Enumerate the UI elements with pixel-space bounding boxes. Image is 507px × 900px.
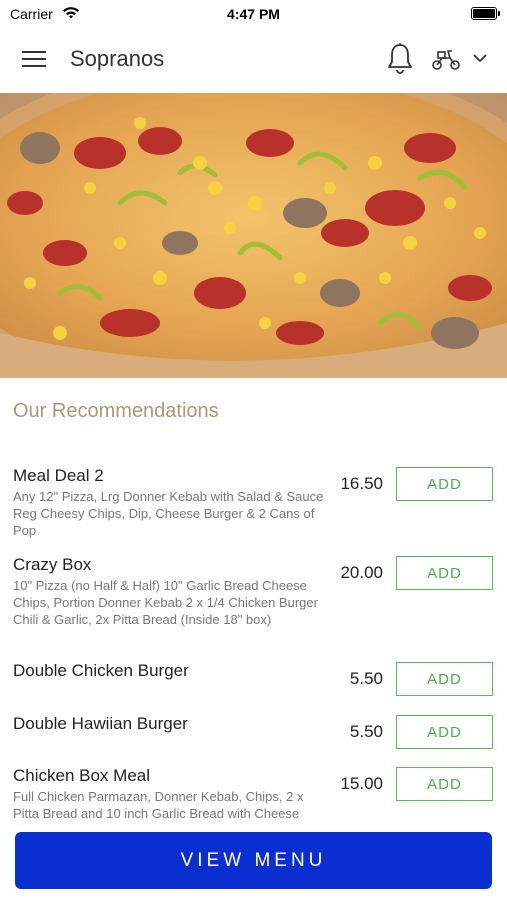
- add-button[interactable]: ADD: [396, 767, 493, 801]
- clock: 4:47 PM: [227, 6, 280, 22]
- bottom-bar: VIEW MENU: [0, 820, 507, 900]
- item-price: 15.00: [340, 774, 383, 793]
- bell-icon[interactable]: [386, 42, 414, 76]
- item-name: Double Hawiian Burger: [13, 714, 188, 733]
- item-description: 10" Pizza (no Half & Half) 10" Garlic Br…: [13, 578, 318, 627]
- item-description: Full Chicken Parmazan, Donner Kebab, Chi…: [13, 789, 304, 821]
- view-menu-button[interactable]: VIEW MENU: [15, 832, 492, 889]
- item-price: 20.00: [340, 563, 383, 582]
- item-price: 5.50: [349, 669, 383, 688]
- item-name: Meal Deal 2: [13, 466, 104, 485]
- add-button[interactable]: ADD: [396, 467, 493, 501]
- app-header: Sopranos: [0, 28, 507, 92]
- item-name: Double Chicken Burger: [13, 661, 189, 680]
- add-button[interactable]: ADD: [396, 715, 493, 749]
- item-description: Any 12" Pizza, Lrg Donner Kebab with Sal…: [13, 489, 324, 538]
- status-bar: Carrier 4:47 PM: [0, 0, 507, 28]
- battery-icon: [471, 7, 500, 20]
- item-name: Crazy Box: [13, 555, 92, 574]
- app-title: Sopranos: [70, 46, 165, 71]
- hamburger-menu-icon[interactable]: [22, 50, 48, 70]
- item-price: 16.50: [340, 474, 383, 493]
- item-price: 5.50: [349, 722, 383, 741]
- hero-pizza-image: [0, 93, 507, 378]
- recommendations-heading: Our Recommendations: [13, 400, 219, 422]
- add-button[interactable]: ADD: [396, 556, 493, 590]
- add-button[interactable]: ADD: [396, 662, 493, 696]
- scooter-icon[interactable]: [430, 46, 462, 72]
- pizza-illustration: [0, 93, 507, 378]
- chevron-down-icon[interactable]: [472, 52, 488, 64]
- item-name: Chicken Box Meal: [13, 766, 151, 785]
